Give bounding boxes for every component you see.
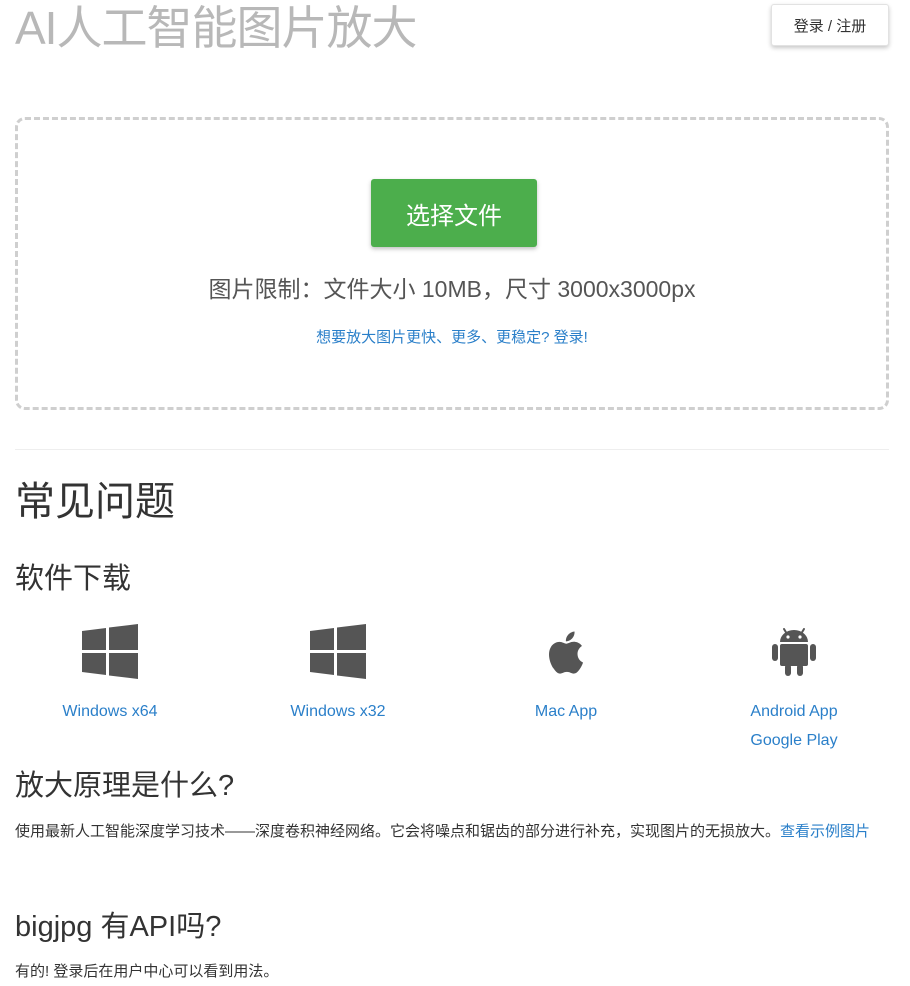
choose-file-button[interactable]: 选择文件 (371, 179, 537, 247)
login-register-button[interactable]: 登录 / 注册 (771, 4, 889, 46)
example-images-link[interactable]: 查看示例图片 (780, 823, 870, 840)
download-link-mac[interactable]: Mac App (466, 697, 666, 726)
apple-icon[interactable] (534, 620, 598, 684)
upload-dropzone[interactable]: 选择文件 图片限制：文件大小 10MB，尺寸 3000x3000px 想要放大图… (15, 117, 889, 410)
download-link-windows-x32[interactable]: Windows x32 (238, 697, 438, 726)
api-heading: bigjpg 有API吗? (15, 911, 222, 943)
windows-icon[interactable] (78, 620, 142, 684)
faq-title: 常见问题 (15, 480, 175, 524)
principle-text: 使用最新人工智能深度学习技术——深度卷积神经网络。它会将噪点和锯齿的部分进行补充… (15, 823, 781, 840)
principle-heading: 放大原理是什么? (15, 770, 235, 802)
api-text: 有的! 登录后在用户中心可以看到用法。 (15, 963, 279, 980)
download-item-android: Android App Google Play (694, 620, 894, 755)
principle-paragraph: 使用最新人工智能深度学习技术——深度卷积神经网络。它会将噪点和锯齿的部分进行补充… (15, 817, 893, 846)
windows-icon[interactable] (306, 620, 370, 684)
download-link-windows-x64[interactable]: Windows x64 (10, 697, 210, 726)
login-prompt-link[interactable]: 想要放大图片更快、更多、更稳定? 登录! (18, 326, 886, 347)
site-title: AI人工智能图片放大 (15, 2, 417, 54)
download-link-google-play[interactable]: Google Play (694, 726, 894, 755)
downloads-heading: 软件下载 (15, 563, 132, 595)
page: AI人工智能图片放大 登录 / 注册 选择文件 图片限制：文件大小 10MB，尺… (0, 0, 910, 986)
download-item-mac: Mac App (466, 620, 666, 726)
download-item-windows-x64: Windows x64 (10, 620, 210, 726)
download-item-windows-x32: Windows x32 (238, 620, 438, 726)
divider (15, 449, 889, 450)
downloads-row: Windows x64 Windows x32 Mac App Android … (0, 620, 910, 760)
android-icon[interactable] (762, 620, 826, 684)
download-link-android[interactable]: Android App (694, 697, 894, 726)
image-limit-text: 图片限制：文件大小 10MB，尺寸 3000x3000px (208, 276, 696, 302)
